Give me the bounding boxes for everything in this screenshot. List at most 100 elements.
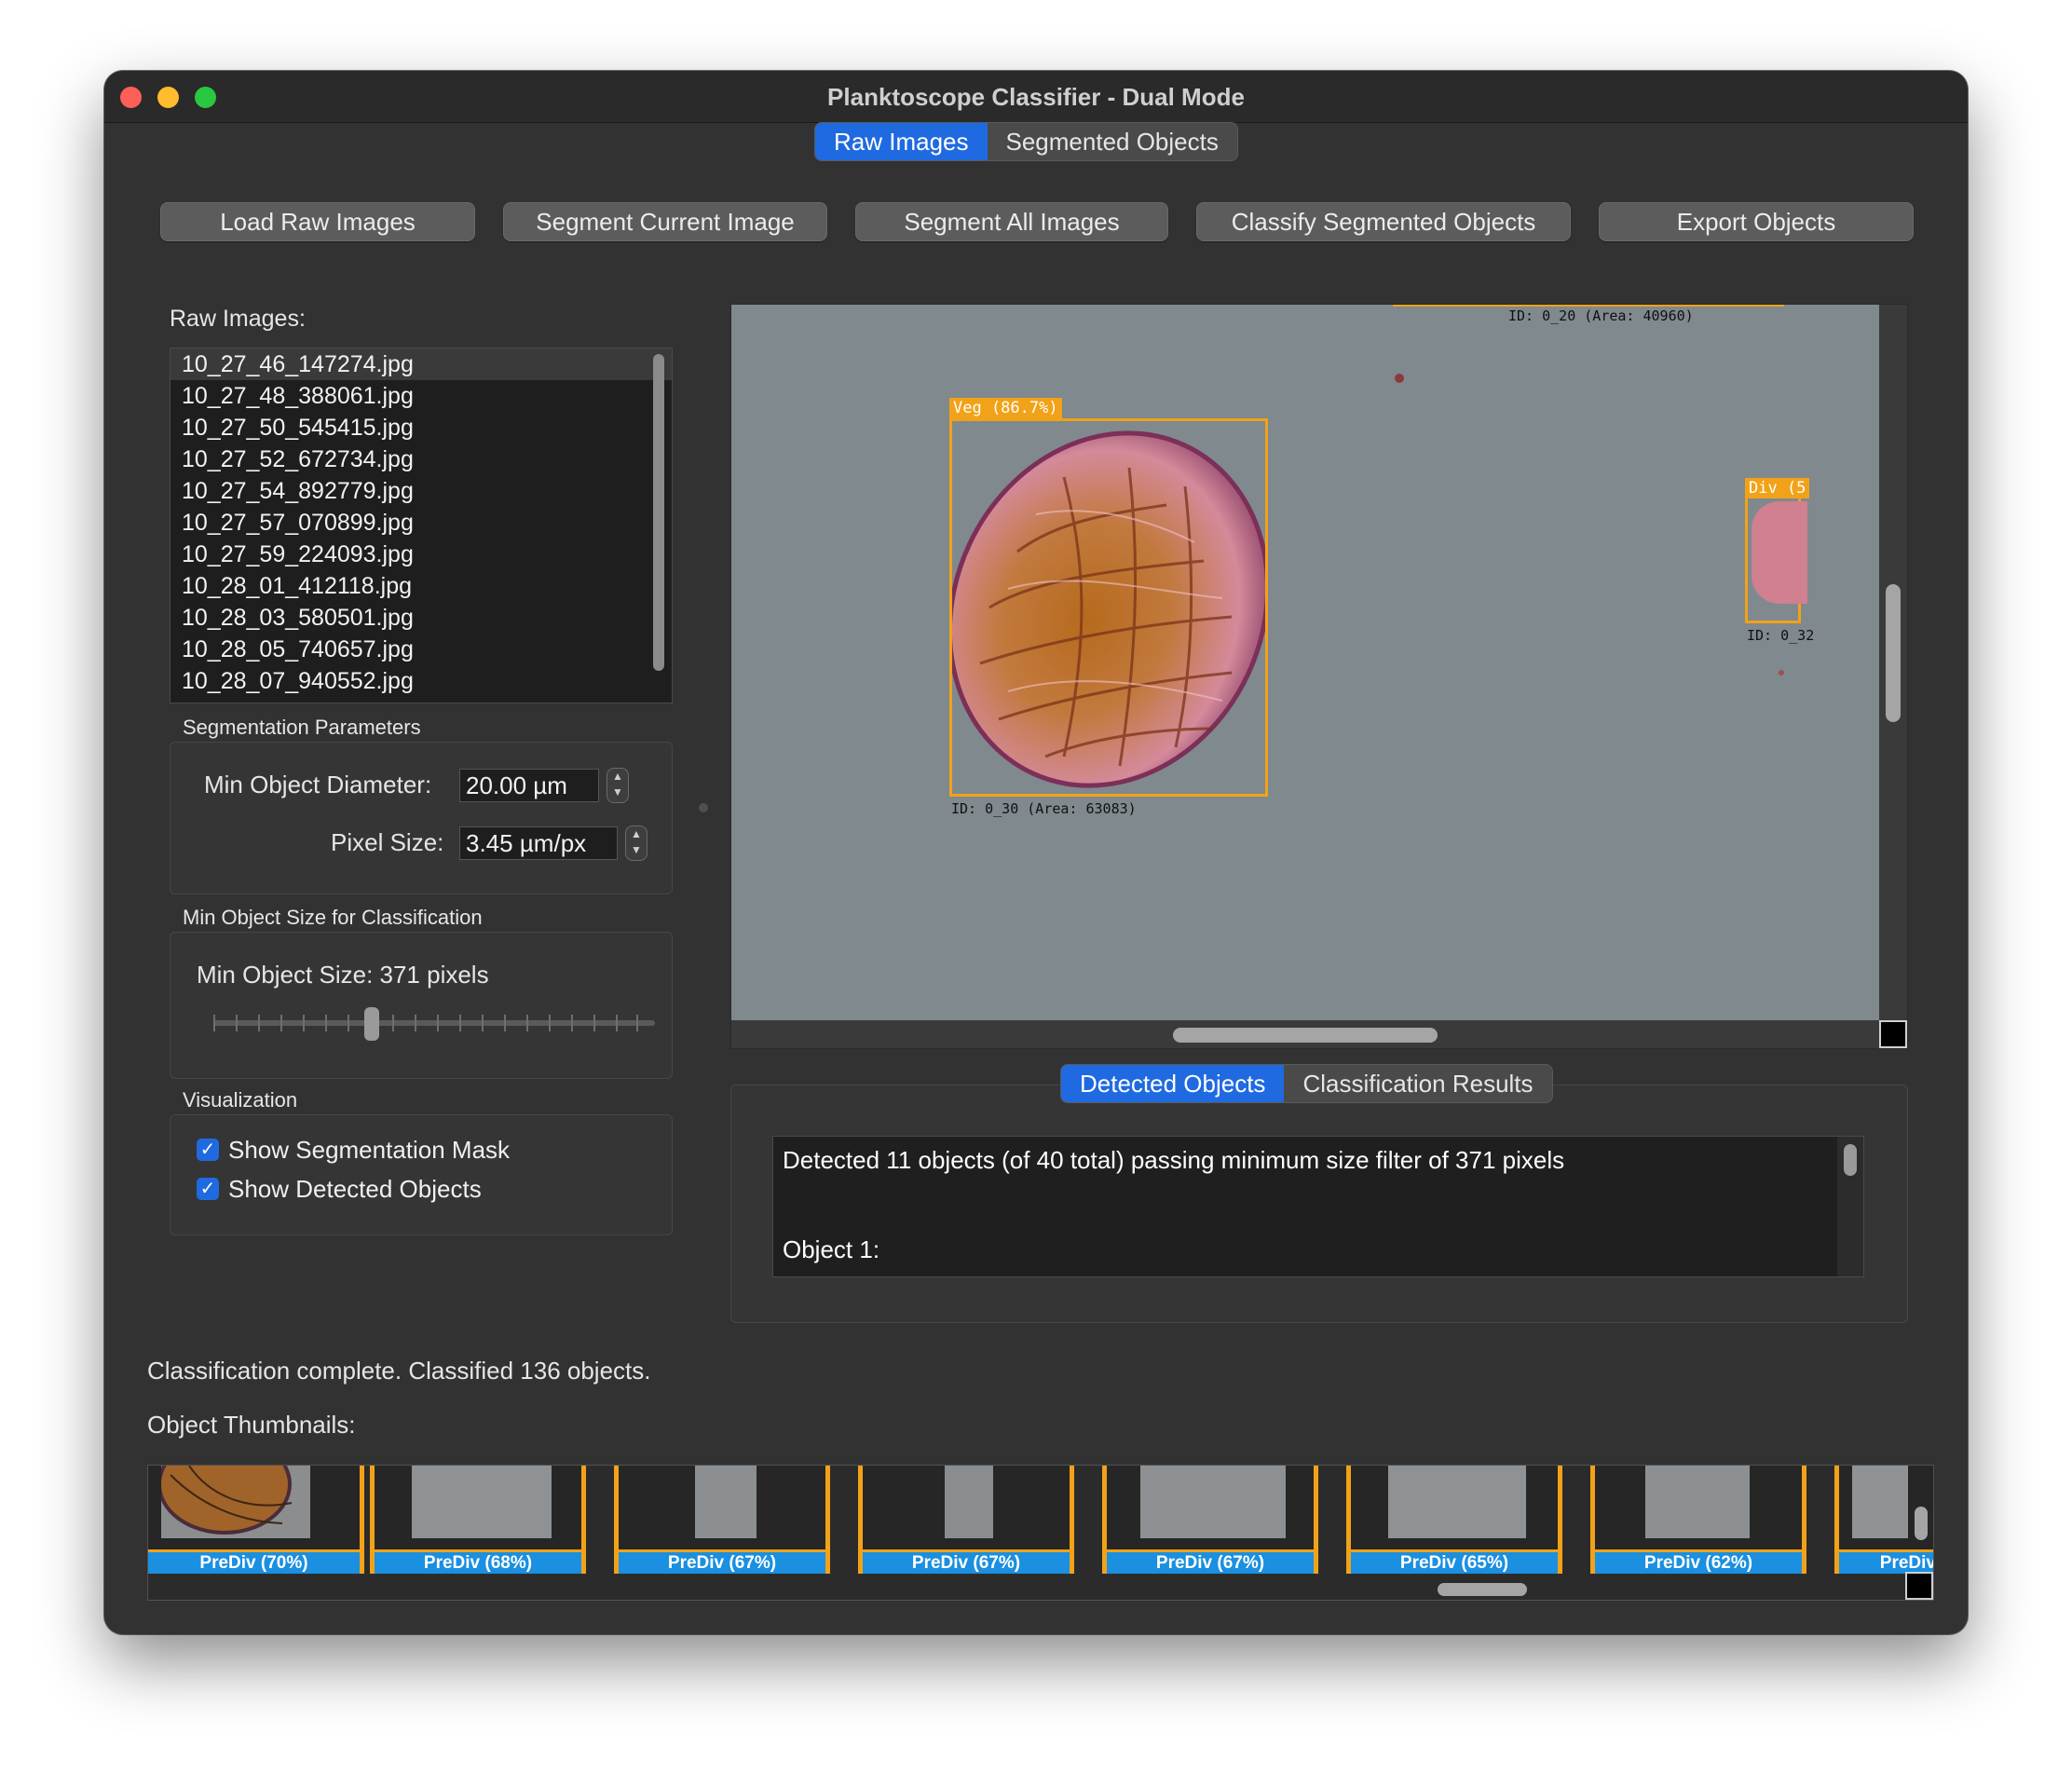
- plankton-cell-image: [952, 430, 1265, 788]
- object-id-label: ID: 0_32: [1747, 627, 1815, 644]
- min-diameter-stepper[interactable]: ▲ ▼: [607, 768, 629, 803]
- segment-all-images-button[interactable]: Segment All Images: [855, 202, 1168, 241]
- list-item[interactable]: 10_27_48_388061.jpg: [170, 380, 672, 412]
- image-viewer[interactable]: ID: 0_20 (Area: 40960) Veg (86.7%) ID: 0…: [730, 304, 1908, 1049]
- min-size-title: Min Object Size for Classification: [183, 906, 483, 929]
- checkmark-icon: ✓: [197, 1178, 219, 1200]
- tab-detected-objects[interactable]: Detected Objects: [1061, 1065, 1285, 1102]
- viewer-vertical-scroll-thumb[interactable]: [1886, 584, 1901, 722]
- slider-tick: [549, 1015, 551, 1031]
- thumbnail-item[interactable]: PreDiv (67%): [858, 1466, 1074, 1574]
- thumbnails-vertical-scroll-thumb[interactable]: [1915, 1507, 1928, 1540]
- debris-particle: [1779, 670, 1784, 675]
- thumbnail-item[interactable]: PreDiv (62%): [1590, 1466, 1806, 1574]
- thumbnail-image: [1852, 1466, 1908, 1538]
- list-item[interactable]: 10_28_07_940552.jpg: [170, 665, 672, 697]
- thumbnail-caption: PreDiv (67%): [1107, 1549, 1314, 1574]
- thumbnail-caption: PreDiv (62%): [1595, 1549, 1802, 1574]
- pixel-size-field[interactable]: 3.45 µm/px: [459, 826, 618, 860]
- thumbnail-image: [1388, 1466, 1526, 1538]
- thumbnail-item[interactable]: PreDiv (67%): [614, 1466, 830, 1574]
- raw-images-label: Raw Images:: [170, 306, 306, 332]
- results-summary-line: Detected 11 objects (of 40 total) passin…: [783, 1146, 1565, 1174]
- detection-bounding-box-partial[interactable]: [1745, 478, 1807, 623]
- status-message: Classification complete. Classified 136 …: [147, 1357, 651, 1385]
- min-size-slider-handle[interactable]: [364, 1007, 379, 1041]
- raw-images-scrollbar[interactable]: [653, 354, 664, 671]
- thumbnail-item[interactable]: PreDiv (70%): [148, 1466, 364, 1574]
- list-item[interactable]: 10_27_54_892779.jpg: [170, 475, 672, 507]
- results-scroll-thumb[interactable]: [1844, 1144, 1857, 1176]
- tab-segmented-objects[interactable]: Segmented Objects: [988, 123, 1237, 160]
- results-tabs: Detected Objects Classification Results: [1060, 1064, 1553, 1103]
- classify-segmented-objects-button[interactable]: Classify Segmented Objects: [1196, 202, 1571, 241]
- slider-tick: [636, 1015, 638, 1031]
- detection-class-tag: Veg (86.7%): [949, 398, 1062, 418]
- viewer-horizontal-scrollbar[interactable]: [731, 1020, 1907, 1048]
- thumbnail-image: [695, 1466, 757, 1538]
- list-item[interactable]: 10_27_50_545415.jpg: [170, 412, 672, 444]
- plankton-cell-image: [1752, 501, 1807, 604]
- debris-particle: [1395, 374, 1404, 383]
- min-diameter-field[interactable]: 20.00 µm: [459, 769, 599, 802]
- list-item[interactable]: 10_27_52_672734.jpg: [170, 444, 672, 475]
- tab-raw-images[interactable]: Raw Images: [815, 123, 988, 160]
- slider-tick: [437, 1015, 439, 1031]
- partial-bounding-box: [1393, 305, 1784, 307]
- tab-classification-results[interactable]: Classification Results: [1284, 1065, 1551, 1102]
- thumbnail-caption: PreDiv (67%): [619, 1549, 825, 1574]
- results-panel: Detected 11 objects (of 40 total) passin…: [730, 1085, 1908, 1323]
- thumbnail-caption: PreDiv: [1839, 1549, 1933, 1574]
- list-item[interactable]: 10_27_59_224093.jpg: [170, 539, 672, 570]
- list-item[interactable]: 10_28_01_412118.jpg: [170, 570, 672, 602]
- thumbnail-image: [412, 1466, 552, 1538]
- app-window: Planktoscope Classifier - Dual Mode Raw …: [104, 71, 1968, 1634]
- splitter-handle[interactable]: [699, 803, 708, 812]
- checkmark-icon: ✓: [197, 1139, 219, 1161]
- thumbnail-image: [945, 1466, 993, 1538]
- segmentation-parameters-group: Min Object Diameter: 20.00 µm ▲ ▼ Pixel S…: [170, 742, 673, 894]
- slider-tick: [526, 1015, 528, 1031]
- thumbnails-scroll-corner: [1905, 1572, 1933, 1600]
- thumbnail-item[interactable]: PreDiv (67%): [1102, 1466, 1318, 1574]
- show-detected-objects-label: Show Detected Objects: [228, 1174, 482, 1203]
- thumbnail-item[interactable]: PreDiv (68%): [370, 1466, 586, 1574]
- export-objects-button[interactable]: Export Objects: [1599, 202, 1914, 241]
- list-item[interactable]: 10_28_05_740657.jpg: [170, 634, 672, 665]
- slider-tick: [459, 1015, 461, 1031]
- raw-images-list[interactable]: 10_27_46_147274.jpg 10_27_48_388061.jpg …: [170, 348, 673, 703]
- viewer-vertical-scrollbar[interactable]: [1879, 305, 1907, 1048]
- object-id-label: ID: 0_30 (Area: 63083): [951, 800, 1137, 817]
- slider-tick: [303, 1015, 305, 1031]
- list-item[interactable]: 10_28_03_580501.jpg: [170, 602, 672, 634]
- thumbnail-image: [161, 1466, 310, 1538]
- window-title: Planktoscope Classifier - Dual Mode: [827, 83, 1245, 111]
- load-raw-images-button[interactable]: Load Raw Images: [160, 202, 475, 241]
- mode-tabs: Raw Images Segmented Objects: [814, 122, 1238, 161]
- slider-tick: [280, 1015, 282, 1031]
- slider-tick: [348, 1015, 349, 1031]
- show-segmentation-mask-label: Show Segmentation Mask: [228, 1135, 511, 1164]
- thumbnail-item[interactable]: PreDiv (65%): [1346, 1466, 1562, 1574]
- viewer-scroll-corner: [1879, 1020, 1907, 1048]
- min-size-value-label: Min Object Size: 371 pixels: [197, 961, 489, 989]
- detection-bounding-box[interactable]: [949, 418, 1268, 797]
- show-detected-objects-checkbox[interactable]: ✓ Show Detected Objects: [197, 1173, 482, 1205]
- detection-class-tag: Div (5: [1745, 478, 1810, 498]
- viewer-horizontal-scroll-thumb[interactable]: [1173, 1028, 1438, 1043]
- list-item[interactable]: 10_27_46_147274.jpg: [170, 348, 672, 380]
- results-scrollbar[interactable]: [1837, 1137, 1863, 1276]
- thumbnails-horizontal-scroll-thumb[interactable]: [1438, 1583, 1527, 1596]
- thumbnails-label: Object Thumbnails:: [147, 1411, 356, 1439]
- show-segmentation-mask-checkbox[interactable]: ✓ Show Segmentation Mask: [197, 1134, 510, 1166]
- min-size-group: Min Object Size: 371 pixels: [170, 932, 673, 1079]
- object-id-label: ID: 0_20 (Area: 40960): [1508, 307, 1694, 324]
- results-text-area[interactable]: Detected 11 objects (of 40 total) passin…: [772, 1136, 1864, 1277]
- list-item[interactable]: 10_27_57_070899.jpg: [170, 507, 672, 539]
- pixel-size-stepper[interactable]: ▲ ▼: [625, 826, 648, 861]
- slider-tick: [482, 1015, 484, 1031]
- results-object-line: Object 1:: [783, 1235, 880, 1263]
- segment-current-image-button[interactable]: Segment Current Image: [503, 202, 827, 241]
- slider-tick: [325, 1015, 327, 1031]
- thumbnails-strip[interactable]: PreDiv (70%) PreDiv (68%) PreDiv (67%) P…: [147, 1465, 1934, 1601]
